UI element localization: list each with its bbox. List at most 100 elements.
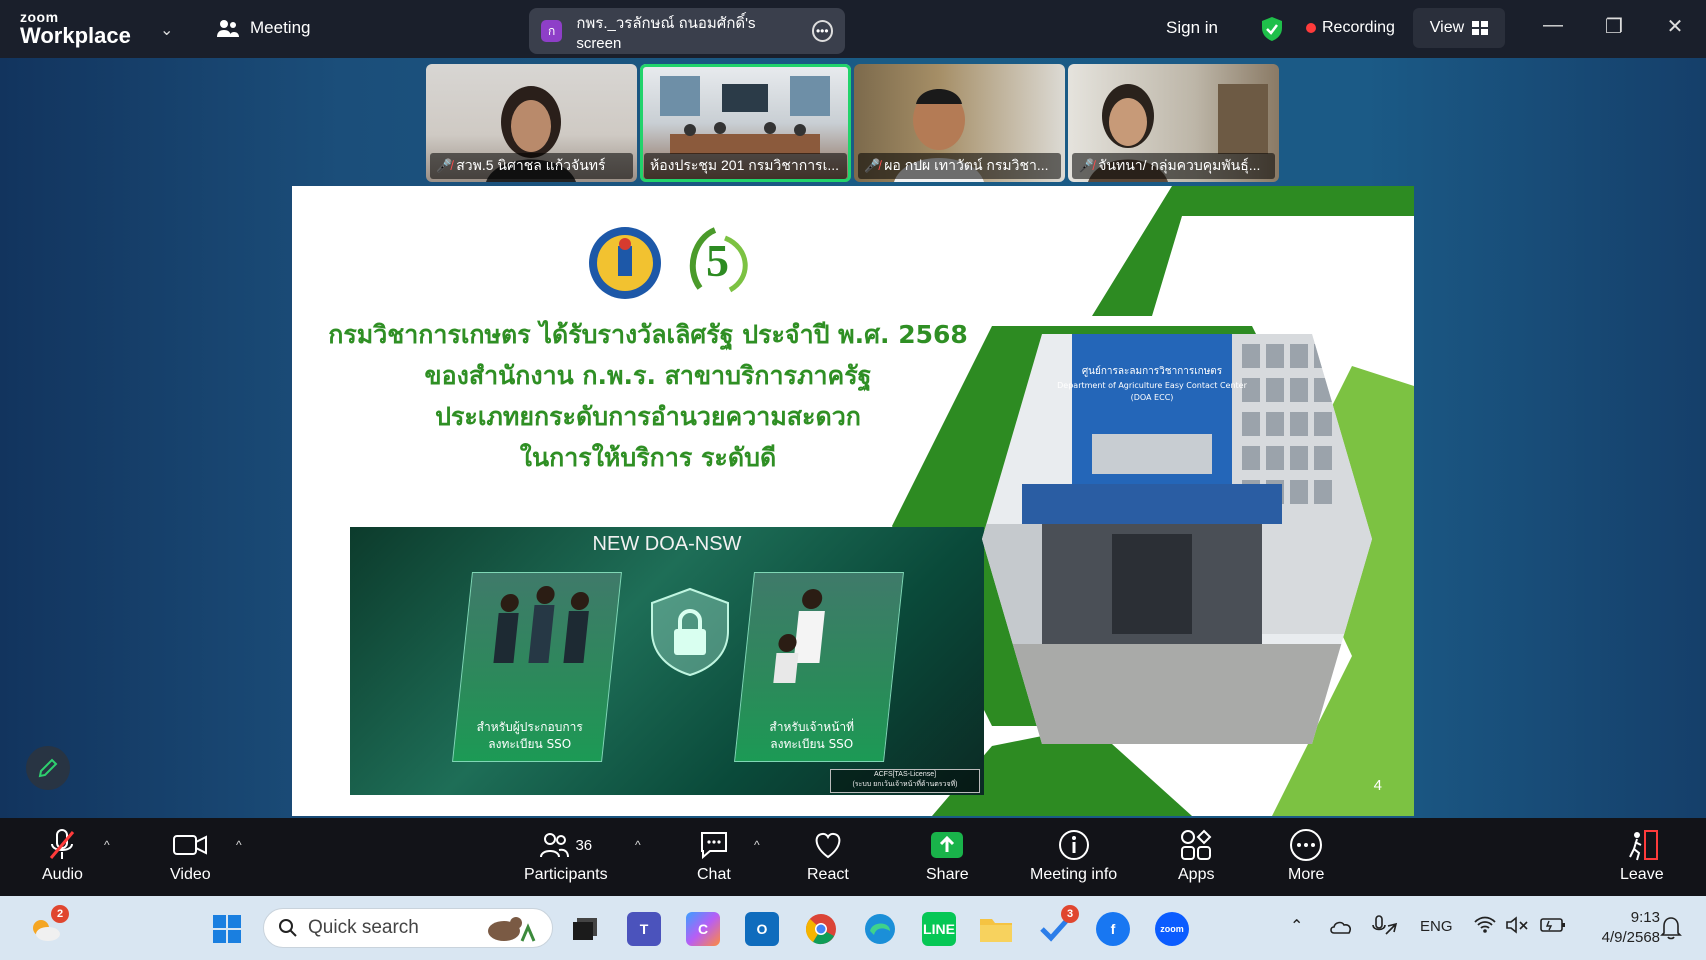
chat-options-caret-icon[interactable]: ^ (754, 838, 760, 852)
volume-muted-icon[interactable] (1505, 916, 1529, 934)
card-caption-line: ลงทะเบียน SSO (770, 737, 854, 751)
clock-time: 9:13 (1630, 909, 1660, 926)
system-clock[interactable]: 9:13 4/9/2568 (1602, 908, 1660, 948)
lock-shield-icon (651, 587, 729, 677)
edge-icon[interactable] (863, 912, 897, 946)
anniversary-number: 5 (706, 235, 729, 286)
thumbnail-label: 🎤̸ สวพ.5 นิศาชล แก้วจันทร์ (430, 153, 633, 179)
video-thumbnail[interactable]: 🎤̸ สวพ.5 นิศาชล แก้วจันทร์ (426, 64, 637, 182)
brand-bottom-text: Workplace (20, 23, 131, 48)
onedrive-cloud-icon[interactable] (1329, 918, 1353, 934)
react-button[interactable]: React (807, 828, 849, 884)
mic-muted-icon: 🎤̸ (436, 158, 453, 173)
anniversary-logo: 5 (689, 227, 748, 293)
participant-name: ห้องประชุม 201 กรมวิชาการเ... (650, 157, 840, 173)
search-placeholder: Quick search (308, 917, 419, 938)
battery-icon[interactable] (1540, 917, 1566, 933)
annotate-button[interactable] (26, 746, 70, 790)
chat-label: Chat (697, 866, 731, 883)
share-button[interactable]: Share (926, 828, 969, 884)
meeting-info-button[interactable]: Meeting info (1030, 828, 1117, 884)
meeting-menu[interactable]: Meeting (216, 18, 310, 38)
view-button[interactable]: View (1413, 8, 1505, 48)
copilot-icon[interactable]: C (686, 912, 720, 946)
acfs-label-box: ACFS[TAS-License] (ระบบ ยกเว้นเจ้าหน้าที… (830, 769, 980, 793)
outlook-icon[interactable]: O (745, 912, 779, 946)
zoom-app-icon[interactable]: zoom (1155, 912, 1189, 946)
audio-label: Audio (42, 866, 83, 883)
view-label: View (1429, 19, 1465, 36)
file-explorer-icon[interactable] (979, 912, 1013, 946)
more-button[interactable]: More (1288, 828, 1324, 884)
language-indicator[interactable]: ENG (1420, 918, 1453, 935)
apps-button[interactable]: Apps (1178, 828, 1214, 884)
building-sign-line: ศูนย์การละลมการวิชาการเกษตร (1082, 365, 1223, 377)
video-thumbnail[interactable]: 🎤̸ จันทนา/ กลุ่มควบคุมพันธุ์... (1068, 64, 1279, 182)
chrome-icon[interactable] (804, 912, 838, 946)
apps-icon (1181, 829, 1212, 860)
facebook-icon[interactable]: f (1096, 912, 1130, 946)
building-photo: ศูนย์การละลมการวิชาการเกษตร Department o… (982, 334, 1372, 744)
line-icon[interactable]: LINE (922, 912, 956, 946)
participant-name: สวพ.5 นิศาชล แก้วจันทร์ (456, 157, 606, 173)
entrepreneur-card: สำหรับผู้ประกอบการ ลงทะเบียน SSO (452, 572, 622, 762)
leave-button[interactable]: Leave (1620, 828, 1664, 884)
teams-icon[interactable]: T (627, 912, 661, 946)
video-thumbnail[interactable]: ห้องประชุม 201 กรมวิชาการเ... (640, 64, 851, 182)
recording-label: Recording (1322, 19, 1395, 36)
participants-button[interactable]: 36 Participants (524, 828, 608, 884)
brand-top-text: zoom (20, 9, 59, 25)
minimize-icon[interactable]: — (1538, 14, 1568, 37)
wifi-icon[interactable] (1474, 916, 1496, 934)
participants-icon (540, 833, 570, 858)
todo-icon[interactable]: 3 (1038, 905, 1079, 946)
participant-name: จันทนา/ กลุ่มควบคุมพันธุ์... (1098, 157, 1261, 173)
notification-bell-icon[interactable] (1660, 916, 1682, 940)
screen-share-indicator[interactable]: ก กพร._วรลักษณ์ ถนอมศักดิ์'s screen ••• (529, 8, 845, 54)
slide-title: กรมวิชาการเกษตร ได้รับรางวัลเลิศรัฐ ประจ… (328, 314, 968, 478)
taskbar-search[interactable]: Quick search (263, 908, 553, 948)
video-thumbnail-strip: 🎤̸ สวพ.5 นิศาชล แก้วจันทร์ ห้องประชุม 20… (426, 64, 1279, 182)
weather-widget[interactable]: 2 (28, 905, 69, 946)
card-caption: สำหรับเจ้าหน้าที่ ลงทะเบียน SSO (738, 719, 886, 753)
sign-in-button[interactable]: Sign in (1166, 18, 1218, 38)
video-button[interactable]: Video (170, 828, 211, 884)
mic-in-use-icon[interactable] (1370, 914, 1398, 938)
video-thumbnail[interactable]: 🎤̸ ผอ กปผ เทาวัตน์ กรมวิชา... (854, 64, 1065, 182)
shield-check-icon[interactable] (1261, 16, 1283, 42)
thumbnail-label: 🎤̸ จันทนา/ กลุ่มควบคุมพันธุ์... (1072, 153, 1275, 179)
chat-button[interactable]: Chat (697, 828, 731, 884)
mic-muted-icon (50, 829, 75, 859)
search-icon (279, 919, 297, 937)
share-screen-icon (931, 832, 964, 858)
officer-card: สำหรับเจ้าหน้าที่ ลงทะเบียน SSO (734, 572, 904, 762)
department-seal-logo (589, 227, 661, 299)
task-view-icon (573, 918, 597, 940)
card-caption-line: สำหรับเจ้าหน้าที่ (769, 720, 855, 734)
video-label: Video (170, 866, 211, 883)
building-sign-line: (DOA ECC) (1131, 393, 1174, 402)
meeting-controls: Audio ^ Video ^ 36 Participants ^ Chat ^… (0, 818, 1706, 896)
more-options-icon[interactable]: ••• (811, 20, 833, 42)
show-hidden-icons-chevron-icon[interactable]: ⌃ (1290, 916, 1303, 936)
audio-options-caret-icon[interactable]: ^ (104, 838, 110, 852)
start-button[interactable] (210, 912, 244, 946)
business-people-illustration (493, 586, 589, 663)
restore-icon[interactable]: ❐ (1599, 14, 1629, 39)
participants-options-caret-icon[interactable]: ^ (635, 838, 641, 852)
task-view-button[interactable] (568, 912, 602, 946)
title-bar: zoom Workplace ⌄ Meeting ก กพร._วรลักษณ์… (0, 0, 1706, 58)
meeting-label: Meeting (250, 18, 311, 37)
meeting-info-label: Meeting info (1030, 866, 1118, 883)
chat-bubble-icon (700, 832, 727, 860)
info-icon (1058, 830, 1089, 860)
folder-icon (980, 919, 1012, 942)
more-label: More (1288, 866, 1325, 883)
close-icon[interactable]: ✕ (1660, 14, 1690, 39)
recording-indicator[interactable]: Recording (1306, 19, 1395, 37)
audio-button[interactable]: Audio (42, 828, 83, 884)
video-options-caret-icon[interactable]: ^ (236, 838, 242, 852)
slide-title-line: กรมวิชาการเกษตร ได้รับรางวัลเลิศรัฐ ประจ… (328, 320, 968, 349)
todo-badge: 3 (1061, 905, 1079, 923)
chevron-down-icon[interactable]: ⌄ (160, 20, 173, 40)
